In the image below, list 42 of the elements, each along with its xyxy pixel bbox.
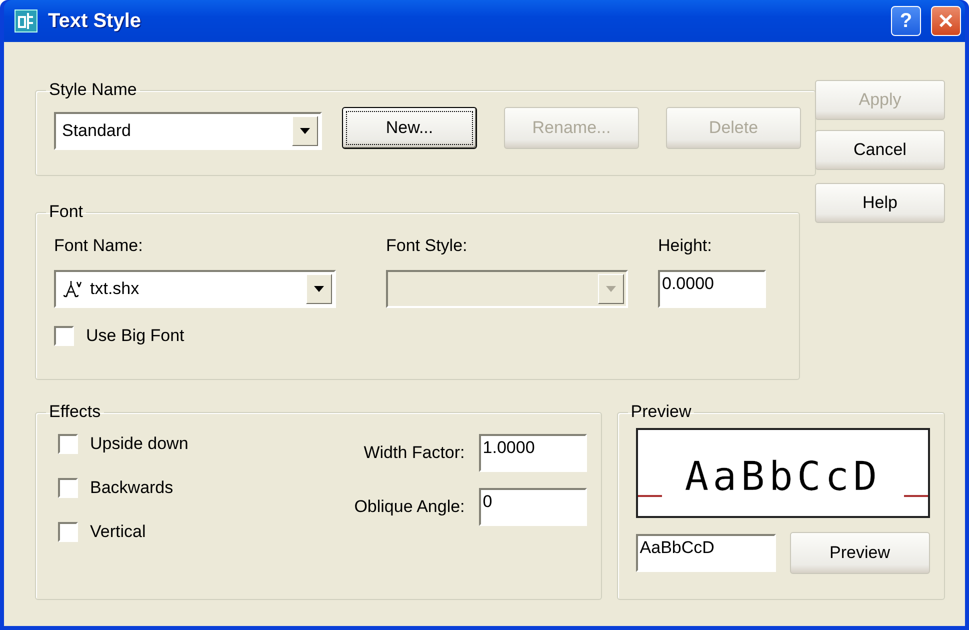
field-label: Width Factor: xyxy=(364,443,465,463)
checkbox-label: Use Big Font xyxy=(86,326,184,346)
style-action-button[interactable]: New... xyxy=(342,107,477,149)
preview-text-field[interactable]: AaBbCcD xyxy=(636,534,776,572)
group-label: Effects xyxy=(48,402,102,422)
big-font-checkbox[interactable]: Use Big Font xyxy=(54,326,785,346)
number-field[interactable]: 0 xyxy=(478,488,587,526)
window-title: Text Style xyxy=(48,10,142,32)
checkbox-label: Backwards xyxy=(90,478,174,498)
field-label: Font Style: xyxy=(386,236,468,256)
font-file-icon xyxy=(62,279,82,299)
dropdown-arrow-icon xyxy=(314,286,324,292)
group-label: Style Name xyxy=(48,80,138,100)
checkbox[interactable] xyxy=(58,522,78,542)
group-label: Preview xyxy=(630,402,692,422)
field-label: Height: xyxy=(658,236,713,256)
baseline-mark xyxy=(638,495,662,497)
effect-checkbox[interactable]: Upside down xyxy=(58,434,188,454)
dropdown-arrow-icon xyxy=(300,128,310,134)
number-field[interactable]: 1.0000 xyxy=(478,434,587,472)
checkbox-label: Vertical xyxy=(90,522,146,542)
checkbox[interactable] xyxy=(58,434,78,454)
dialog-button[interactable]: Help xyxy=(815,183,945,223)
preview-button[interactable]: Preview xyxy=(790,532,930,574)
checkbox-label: Upside down xyxy=(90,434,188,454)
preview-sample-text: AaBbCcD xyxy=(684,454,882,500)
group-label: Font xyxy=(48,202,84,222)
dropdown-arrow-icon xyxy=(606,286,616,292)
effect-checkbox[interactable]: Vertical xyxy=(58,522,188,542)
font-name-dropdown[interactable]: txt.shx xyxy=(54,270,336,308)
help-button[interactable]: ? xyxy=(891,6,921,36)
field-label: Oblique Angle: xyxy=(354,497,465,517)
dialog-button[interactable]: Cancel xyxy=(815,130,945,170)
app-icon xyxy=(14,9,38,33)
checkbox[interactable] xyxy=(58,478,78,498)
field-label: Font Name: xyxy=(54,236,144,256)
effect-checkbox[interactable]: Backwards xyxy=(58,478,188,498)
style-name-dropdown[interactable]: Standard xyxy=(54,112,322,150)
baseline-mark xyxy=(904,495,928,497)
checkbox[interactable] xyxy=(54,326,74,346)
font-name-value: txt.shx xyxy=(90,279,140,299)
height-field[interactable]: 0.0000 xyxy=(658,270,766,308)
